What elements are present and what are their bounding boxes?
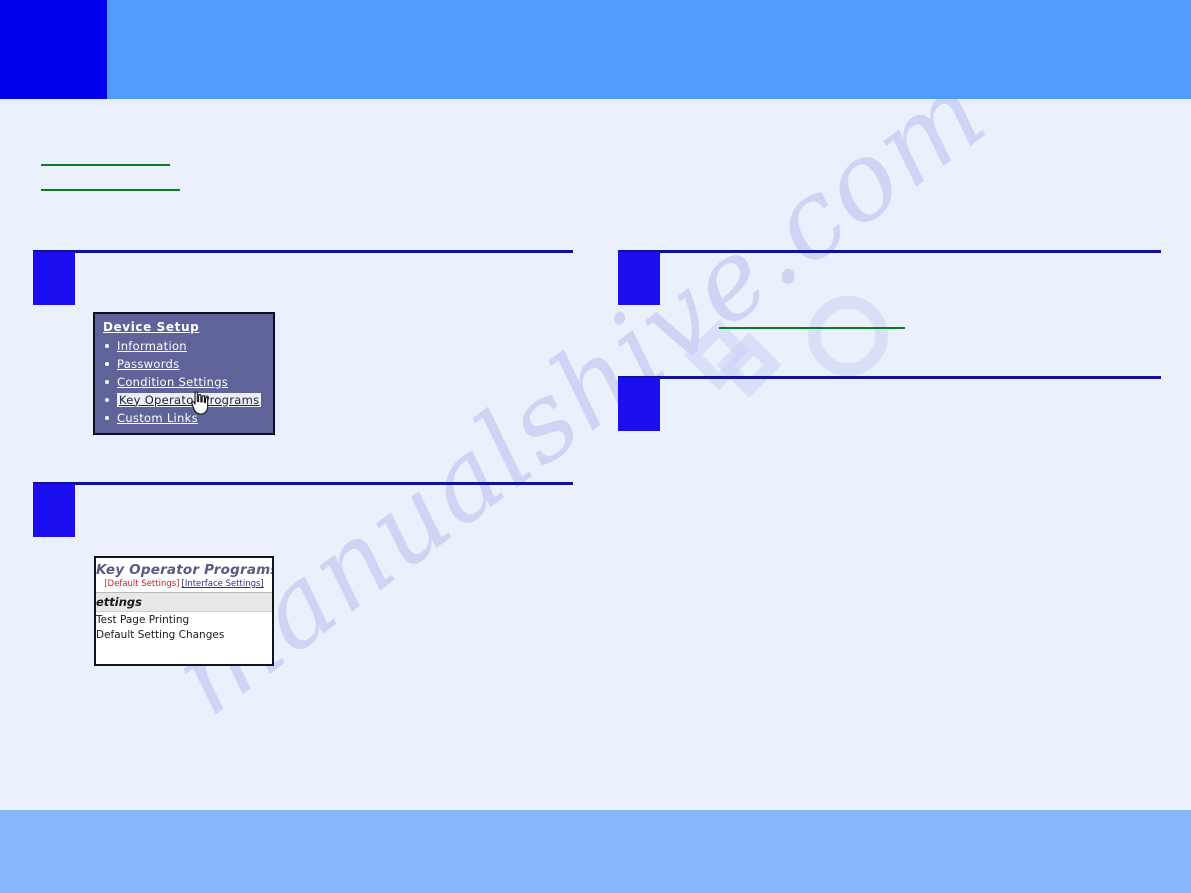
sidebar-item-passwords-label: Passwords: [117, 357, 179, 371]
watermark-layer: manualshive.com: [0, 0, 1191, 893]
step-2-badge: [33, 484, 75, 537]
watermark-text: manualshive.com: [150, 49, 1009, 740]
step-4-rule: [618, 376, 1161, 379]
note-link[interactable]: [719, 312, 905, 329]
watermark-ring-shape: [808, 296, 888, 376]
topic-link-1[interactable]: [41, 149, 170, 166]
step-1-badge: [33, 252, 75, 305]
device-setup-title: Device Setup: [103, 320, 273, 334]
key-operator-programs-section-heading: ettings: [94, 593, 272, 612]
page-header: [0, 0, 1191, 99]
watermark-diamond-shape: [716, 332, 781, 397]
sidebar-item-condition-settings[interactable]: Condition Settings: [105, 373, 273, 390]
bullet-icon: [105, 344, 109, 348]
sidebar-item-custom-links-label: Custom Links: [117, 411, 198, 425]
page-footer: [0, 810, 1191, 893]
bullet-icon: [105, 416, 109, 420]
device-setup-panel[interactable]: Device Setup Information Passwords Condi…: [93, 312, 275, 435]
tab-interface-settings[interactable]: [Interface Settings]: [182, 579, 264, 589]
key-operator-programs-panel[interactable]: Key Operator Programs [Default Settings]…: [94, 556, 274, 666]
sidebar-item-passwords[interactable]: Passwords: [105, 355, 273, 372]
topic-link-2[interactable]: [41, 174, 180, 191]
key-operator-programs-header: Key Operator Programs [Default Settings]…: [96, 558, 272, 593]
step-3-rule: [618, 250, 1161, 253]
step-4-badge: [618, 378, 660, 431]
list-item[interactable]: Default Setting Changes: [94, 627, 272, 642]
step-2-rule: [33, 482, 573, 485]
sidebar-item-information-label: Information: [117, 339, 187, 353]
bullet-icon: [105, 398, 109, 402]
step-1-rule: [33, 250, 573, 253]
tab-default-settings[interactable]: [Default Settings]: [104, 579, 179, 589]
header-logo-block: [0, 0, 107, 99]
bullet-icon: [105, 380, 109, 384]
step-3-badge: [618, 252, 660, 305]
header-banner: [107, 0, 1191, 99]
sidebar-item-custom-links[interactable]: Custom Links: [105, 409, 273, 426]
watermark-chevron-shape: [684, 320, 755, 391]
list-item[interactable]: Test Page Printing: [94, 612, 272, 627]
sidebar-item-information[interactable]: Information: [105, 337, 273, 354]
header-underline: [0, 99, 1191, 104]
sidebar-item-condition-settings-label: Condition Settings: [117, 375, 228, 389]
sidebar-item-key-operator-programs[interactable]: Key Operator Programs: [105, 391, 273, 408]
bullet-icon: [105, 362, 109, 366]
key-operator-programs-title: Key Operator Programs: [96, 562, 272, 578]
sidebar-item-key-operator-programs-label: Key Operator Programs: [117, 393, 261, 407]
key-operator-programs-tabs: [Default Settings][Interface Settings]: [96, 579, 272, 589]
